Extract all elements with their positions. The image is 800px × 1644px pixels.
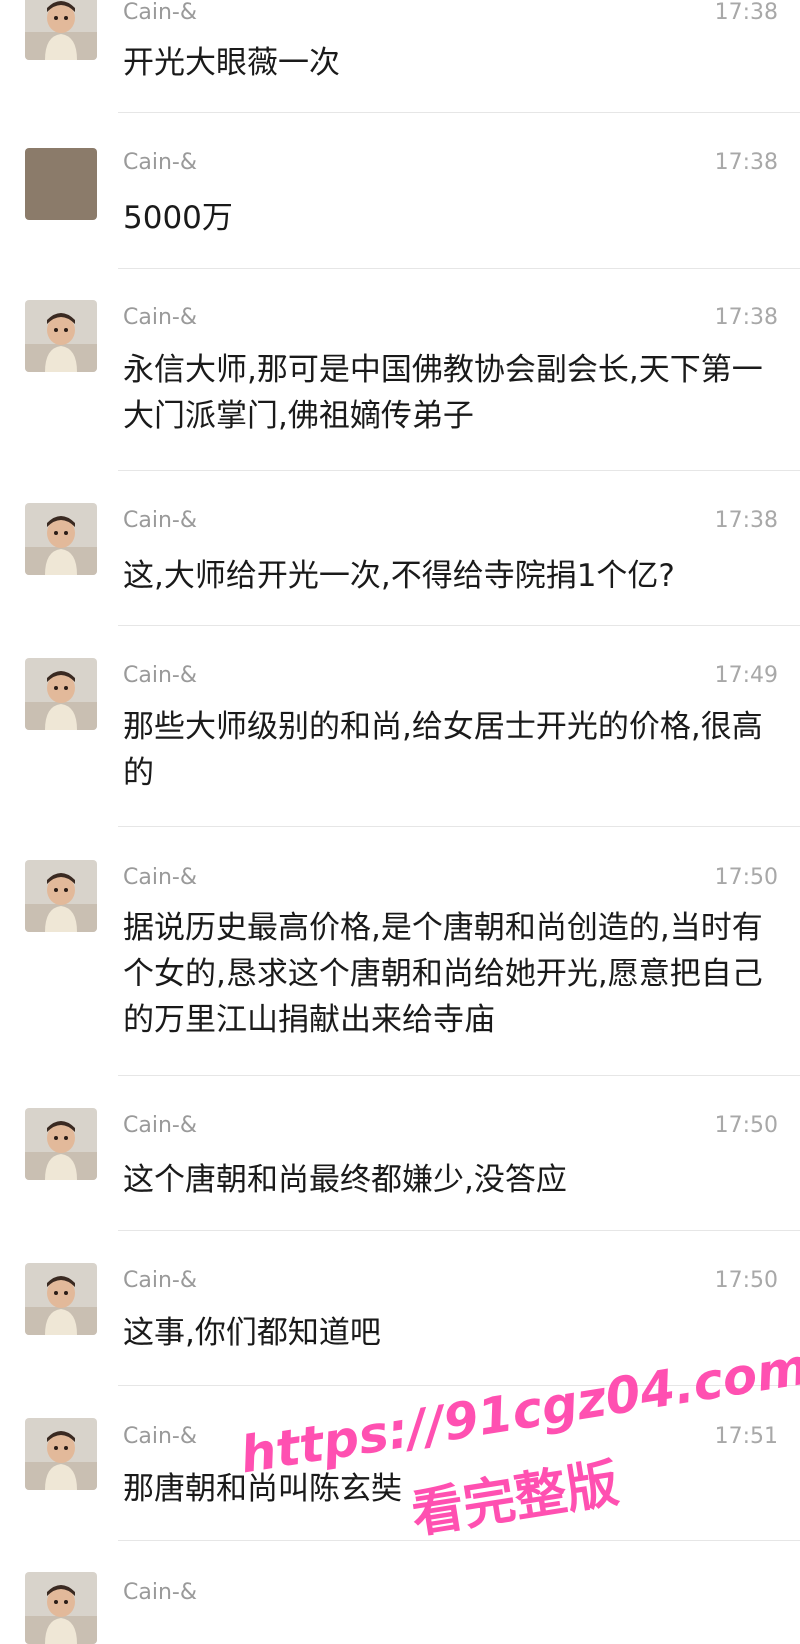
divider bbox=[118, 112, 800, 113]
watermark-url: https://91cgz04.com bbox=[236, 1337, 800, 1484]
sender-name: Cain-& bbox=[123, 508, 197, 533]
sender-name: Cain-& bbox=[123, 1113, 197, 1138]
avatar[interactable] bbox=[25, 148, 97, 220]
avatar[interactable] bbox=[25, 1572, 97, 1644]
divider bbox=[118, 1230, 800, 1231]
message-time: 17:50 bbox=[714, 1113, 778, 1138]
divider bbox=[118, 1075, 800, 1076]
sender-name: Cain-& bbox=[123, 865, 197, 890]
divider bbox=[118, 268, 800, 269]
message-time: 17:38 bbox=[714, 305, 778, 330]
sender-name: Cain-& bbox=[123, 150, 197, 175]
sender-name: Cain-& bbox=[123, 0, 197, 25]
message-text: 这,大师给开光一次,不得给寺院捐1个亿? bbox=[123, 558, 675, 594]
message-time: 17:38 bbox=[714, 508, 778, 533]
avatar[interactable] bbox=[25, 503, 97, 575]
avatar[interactable] bbox=[25, 1263, 97, 1335]
divider bbox=[118, 625, 800, 626]
message-time: 17:38 bbox=[714, 150, 778, 175]
divider bbox=[118, 470, 800, 471]
avatar[interactable] bbox=[25, 1108, 97, 1180]
divider bbox=[118, 1540, 800, 1541]
message-time: 17:50 bbox=[714, 1268, 778, 1293]
sender-name: Cain-& bbox=[123, 1580, 197, 1605]
sender-name: Cain-& bbox=[123, 305, 197, 330]
sender-name: Cain-& bbox=[123, 1424, 197, 1449]
message-text: 永信大师,那可是中国佛教协会副会长,天下第一大门派掌门,佛祖嫡传弟子 bbox=[123, 352, 763, 434]
message-text: 5000万 bbox=[123, 200, 233, 236]
message-time: 17:38 bbox=[714, 0, 778, 25]
watermark: https://91cgz04.com 看完整版 bbox=[236, 1337, 800, 1545]
message-time: 17:51 bbox=[714, 1424, 778, 1449]
avatar[interactable] bbox=[25, 300, 97, 372]
message-text: 那些大师级别的和尚,给女居士开光的价格,很高的 bbox=[123, 709, 763, 791]
message-text: 这事,你们都知道吧 bbox=[123, 1315, 381, 1351]
message-time: 17:49 bbox=[714, 663, 778, 688]
avatar[interactable] bbox=[25, 658, 97, 730]
message-time: 17:50 bbox=[714, 865, 778, 890]
avatar[interactable] bbox=[25, 0, 97, 60]
avatar[interactable] bbox=[25, 1418, 97, 1490]
divider bbox=[118, 826, 800, 827]
message-text: 据说历史最高价格,是个唐朝和尚创造的,当时有个女的,恳求这个唐朝和尚给她开光,愿… bbox=[123, 910, 763, 1038]
message-text: 那唐朝和尚叫陈玄奘 bbox=[123, 1471, 402, 1507]
sender-name: Cain-& bbox=[123, 663, 197, 688]
divider bbox=[118, 1385, 800, 1386]
message-text: 开光大眼薇一次 bbox=[123, 45, 340, 81]
avatar[interactable] bbox=[25, 860, 97, 932]
sender-name: Cain-& bbox=[123, 1268, 197, 1293]
message-text: 这个唐朝和尚最终都嫌少,没答应 bbox=[123, 1162, 567, 1198]
